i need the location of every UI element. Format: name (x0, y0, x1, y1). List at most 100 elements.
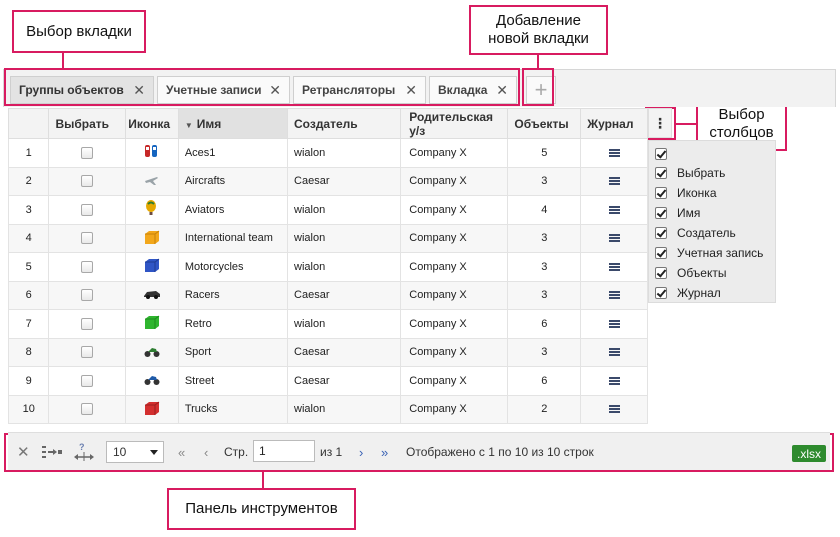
table-row[interactable]: 3 Aviators wialon Company X4 (7, 195, 648, 225)
row-name[interactable]: Aviators (177, 195, 289, 225)
header-select[interactable]: Выбрать (48, 108, 127, 139)
row-name[interactable]: Sport (177, 337, 289, 367)
row-select-checkbox[interactable] (81, 403, 94, 416)
journal-list-icon[interactable] (608, 376, 620, 385)
row-name[interactable]: Aircrafts (177, 166, 289, 196)
checkbox-checked-icon[interactable] (655, 187, 667, 199)
row-number: 7 (7, 309, 50, 339)
page-size-value: 10 (113, 445, 127, 459)
resize-columns-icon[interactable]: ? (74, 433, 94, 471)
header-parent-account[interactable]: Родительская у/з (400, 108, 509, 139)
next-page-icon[interactable]: › (359, 433, 363, 471)
column-chooser-item[interactable]: Журнал (655, 285, 721, 301)
row-select-checkbox[interactable] (81, 175, 94, 188)
table-row[interactable]: 5 Motorcycles wialon Company X3 (7, 252, 648, 282)
column-chooser-all[interactable] (655, 146, 677, 162)
row-journal-cell (580, 166, 648, 196)
row-name[interactable]: Street (177, 366, 289, 396)
tab-accounts[interactable]: Учетные записи ✕ (157, 76, 290, 104)
journal-list-icon[interactable] (608, 291, 620, 300)
row-select-checkbox[interactable] (81, 317, 94, 330)
table-row[interactable]: 4 International team wialon Company X3 (7, 223, 648, 253)
row-select-checkbox[interactable] (81, 346, 94, 359)
row-icon-cell (125, 195, 179, 225)
column-chooser-item[interactable]: Учетная запись (655, 245, 763, 261)
row-name[interactable]: Trucks (177, 394, 289, 424)
column-chooser-item[interactable]: Имя (655, 205, 700, 221)
row-objects: 6 (507, 366, 582, 396)
table-row[interactable]: 7 Retro wialon Company X6 (7, 309, 648, 339)
checkbox-checked-icon[interactable] (655, 207, 667, 219)
row-select-checkbox[interactable] (81, 260, 94, 273)
table-row[interactable]: 9 Street Caesar Company X6 (7, 366, 648, 396)
group-rows-icon[interactable] (42, 433, 62, 471)
table-row[interactable]: 1 Aces1 wialon Company X5 (7, 138, 648, 168)
column-chooser-item[interactable]: Создатель (655, 225, 736, 241)
checkbox-checked-icon[interactable] (655, 148, 667, 160)
row-name[interactable]: Racers (177, 280, 289, 310)
checkbox-checked-icon[interactable] (655, 247, 667, 259)
header-journal[interactable]: Журнал (580, 108, 648, 139)
row-name[interactable]: Motorcycles (177, 252, 289, 282)
add-tab-button[interactable]: + (526, 76, 556, 104)
callout-toolbar: Панель инструментов (167, 488, 356, 530)
callout-tab-select-text: Выбор вкладки (26, 22, 132, 40)
row-objects: 5 (507, 138, 582, 168)
checkbox-checked-icon[interactable] (655, 227, 667, 239)
tab-retranslators[interactable]: Ретрансляторы ✕ (293, 76, 426, 104)
checkbox-checked-icon[interactable] (655, 167, 667, 179)
journal-list-icon[interactable] (608, 319, 620, 328)
prev-page-icon[interactable]: ‹ (204, 433, 208, 471)
row-name[interactable]: Retro (177, 309, 289, 339)
row-select-checkbox[interactable] (81, 289, 94, 302)
journal-list-icon[interactable] (608, 177, 620, 186)
tab-custom[interactable]: Вкладка ✕ (429, 76, 517, 104)
header-icon[interactable]: Иконка (125, 108, 179, 139)
close-icon[interactable]: ✕ (133, 83, 145, 97)
header-objects[interactable]: Объекты (507, 108, 582, 139)
journal-list-icon[interactable] (608, 348, 620, 357)
row-select-checkbox[interactable] (81, 203, 94, 216)
table-row[interactable]: 6 Racers Caesar Company X3 (7, 280, 648, 310)
row-name[interactable]: International team (177, 223, 289, 253)
row-parent-account: Company X (400, 394, 509, 424)
page-number-input[interactable] (253, 440, 315, 462)
journal-list-icon[interactable] (608, 234, 620, 243)
table-row[interactable]: 10 Trucks wialon Company X2 (7, 394, 648, 424)
row-select-checkbox[interactable] (81, 146, 94, 159)
row-number: 5 (7, 252, 50, 282)
table-row[interactable]: 2 Aircrafts Caesar Company X3 (7, 166, 648, 196)
yellow-truck-icon (145, 230, 160, 244)
first-page-icon[interactable]: « (178, 433, 185, 471)
column-chooser-item[interactable]: Выбрать (655, 165, 725, 181)
tab-object-groups[interactable]: Группы объектов ✕ (10, 76, 154, 104)
export-xlsx-button[interactable]: .xlsx (792, 445, 826, 462)
row-icon-cell (125, 309, 179, 339)
header-name[interactable]: ▼ Имя (177, 108, 289, 139)
close-icon[interactable]: ✕ (269, 83, 281, 97)
row-select-checkbox[interactable] (81, 232, 94, 245)
row-icon-cell (125, 252, 179, 282)
checkbox-checked-icon[interactable] (655, 287, 667, 299)
callout-toolbar-text: Панель инструментов (185, 500, 338, 517)
close-icon[interactable]: ✕ (405, 83, 417, 97)
column-chooser-item[interactable]: Иконка (655, 185, 717, 201)
header-creator[interactable]: Создатель (287, 108, 402, 139)
close-icon[interactable]: ✕ (496, 83, 508, 97)
checkbox-checked-icon[interactable] (655, 267, 667, 279)
reset-icon[interactable]: ✕ (17, 433, 30, 471)
journal-list-icon[interactable] (608, 205, 620, 214)
table-row[interactable]: 8 Sport Caesar Company X3 (7, 337, 648, 367)
journal-list-icon[interactable] (608, 262, 620, 271)
journal-list-icon[interactable] (608, 405, 620, 414)
balloon-icon (146, 200, 157, 216)
column-chooser-item[interactable]: Объекты (655, 265, 727, 281)
row-name[interactable]: Aces1 (177, 138, 289, 168)
column-chooser-button[interactable]: ⋮ (648, 108, 672, 138)
row-creator: Caesar (287, 366, 402, 396)
page-size-select[interactable]: 10 (106, 441, 164, 463)
row-journal-cell (580, 252, 648, 282)
last-page-icon[interactable]: » (381, 433, 388, 471)
journal-list-icon[interactable] (608, 148, 620, 157)
row-select-checkbox[interactable] (81, 374, 94, 387)
